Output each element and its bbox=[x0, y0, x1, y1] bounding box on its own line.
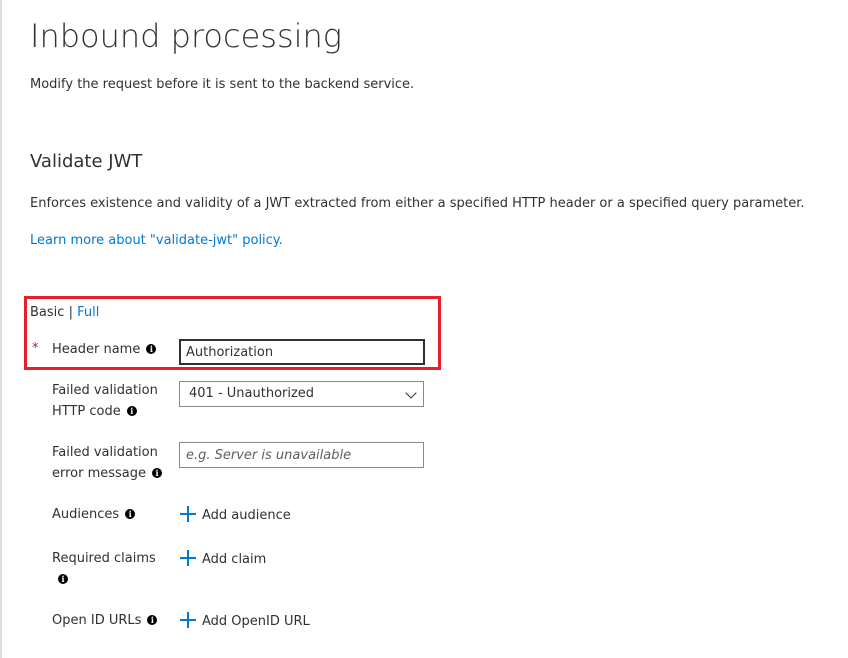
page-description: Modify the request before it is sent to … bbox=[30, 77, 415, 92]
left-border bbox=[0, 0, 2, 658]
failed-code-label: Failed validation HTTP code i bbox=[52, 380, 158, 422]
failed-message-label-line2: error message bbox=[52, 466, 147, 481]
learn-more-link[interactable]: Learn more about "validate-jwt" policy. bbox=[30, 232, 283, 250]
section-description: Enforces existence and validity of a JWT… bbox=[30, 196, 805, 211]
add-claim-label: Add claim bbox=[202, 552, 267, 567]
plus-icon bbox=[180, 612, 196, 628]
required-claims-label-text: Required claims bbox=[52, 551, 156, 566]
failed-message-label-line1: Failed validation bbox=[52, 445, 158, 460]
add-audience-label: Add audience bbox=[202, 508, 291, 523]
mode-separator: | bbox=[68, 305, 73, 320]
info-icon[interactable]: i bbox=[152, 468, 163, 478]
failed-message-label: Failed validation error message i bbox=[52, 442, 163, 484]
mode-toggle: Basic | Full bbox=[30, 304, 99, 322]
plus-icon bbox=[180, 506, 196, 522]
add-audience-button[interactable]: Add audience bbox=[180, 506, 291, 526]
section-title: Validate JWT bbox=[30, 151, 143, 172]
required-marker: * bbox=[32, 341, 39, 356]
chevron-down-icon bbox=[405, 387, 417, 399]
header-name-input[interactable] bbox=[179, 339, 425, 365]
failed-message-input[interactable] bbox=[179, 442, 424, 468]
header-name-label-text: Header name bbox=[52, 342, 141, 357]
openid-urls-label: Open ID URLs i bbox=[52, 610, 158, 631]
add-openid-url-button[interactable]: Add OpenID URL bbox=[180, 612, 310, 632]
info-icon[interactable]: i bbox=[126, 406, 137, 416]
plus-icon bbox=[180, 550, 196, 566]
mode-full-link[interactable]: Full bbox=[77, 305, 99, 320]
failed-code-selected-value: 401 - Unauthorized bbox=[189, 386, 315, 401]
audiences-label: Audiences i bbox=[52, 504, 136, 525]
required-claims-label: Required claims i bbox=[52, 548, 156, 590]
add-openid-url-label: Add OpenID URL bbox=[202, 614, 310, 629]
required-claims-info-wrap: i bbox=[52, 569, 156, 590]
mode-basic: Basic bbox=[30, 305, 65, 320]
info-icon[interactable]: i bbox=[147, 615, 158, 625]
info-icon[interactable]: i bbox=[146, 344, 157, 354]
add-claim-button[interactable]: Add claim bbox=[180, 550, 266, 570]
failed-code-select[interactable]: 401 - Unauthorized bbox=[179, 381, 424, 407]
header-name-label: Header name i bbox=[52, 339, 157, 360]
failed-code-label-line2: HTTP code bbox=[52, 404, 121, 419]
failed-code-label-line2-wrap: HTTP code i bbox=[52, 401, 158, 422]
audiences-label-text: Audiences bbox=[52, 507, 120, 522]
failed-message-label-line2-wrap: error message i bbox=[52, 463, 163, 484]
info-icon[interactable]: i bbox=[58, 574, 68, 584]
info-icon[interactable]: i bbox=[125, 509, 136, 519]
openid-urls-label-text: Open ID URLs bbox=[52, 613, 142, 628]
failed-code-label-line1: Failed validation bbox=[52, 383, 158, 398]
page-title: Inbound processing bbox=[30, 17, 342, 55]
